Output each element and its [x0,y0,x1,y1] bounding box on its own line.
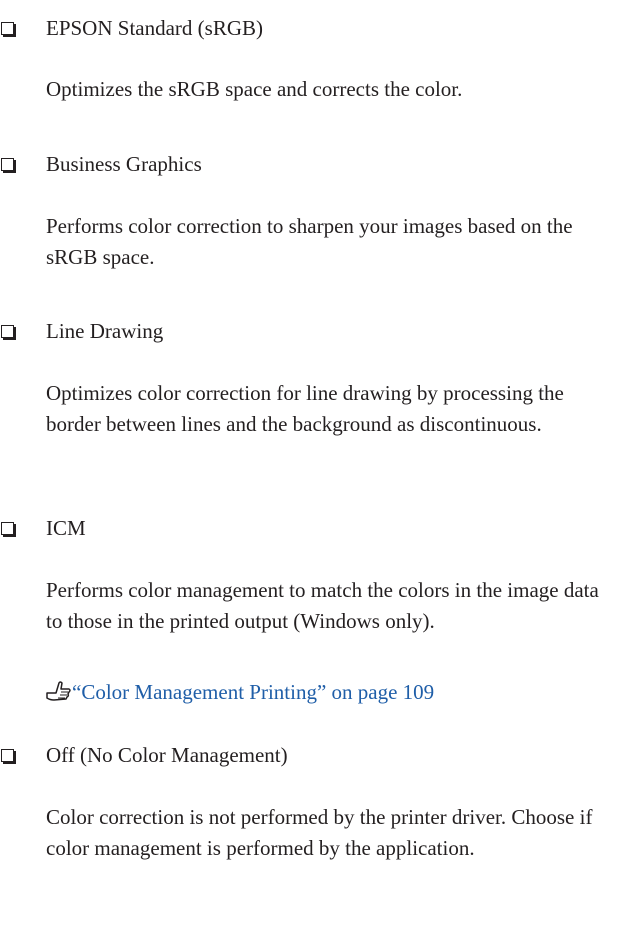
link-text[interactable]: “Color Management Printing” on page 109 [72,680,434,704]
option-title: Line Drawing [46,319,164,343]
option-title: Off (No Color Management) [46,743,288,767]
option-title: ICM [46,516,86,540]
checkbox-bullet-icon [1,522,14,535]
option-description: Color correction is not performed by the… [46,805,593,860]
checkbox-bullet-icon [1,325,14,338]
option-description: Optimizes the sRGB space and corrects th… [46,77,463,101]
option-title: Business Graphics [46,152,202,176]
pointing-hand-icon [46,681,71,701]
checkbox-bullet-icon [1,22,14,35]
option-description: Optimizes color correction for line draw… [46,381,564,436]
option-description: Performs color correction to sharpen you… [46,214,573,269]
option-description: Performs color management to match the c… [46,578,599,633]
cross-reference-link[interactable]: “Color Management Printing” on page 109 [46,677,434,707]
checkbox-bullet-icon [1,158,14,171]
option-title: EPSON Standard (sRGB) [46,16,264,40]
checkbox-bullet-icon [1,749,14,762]
